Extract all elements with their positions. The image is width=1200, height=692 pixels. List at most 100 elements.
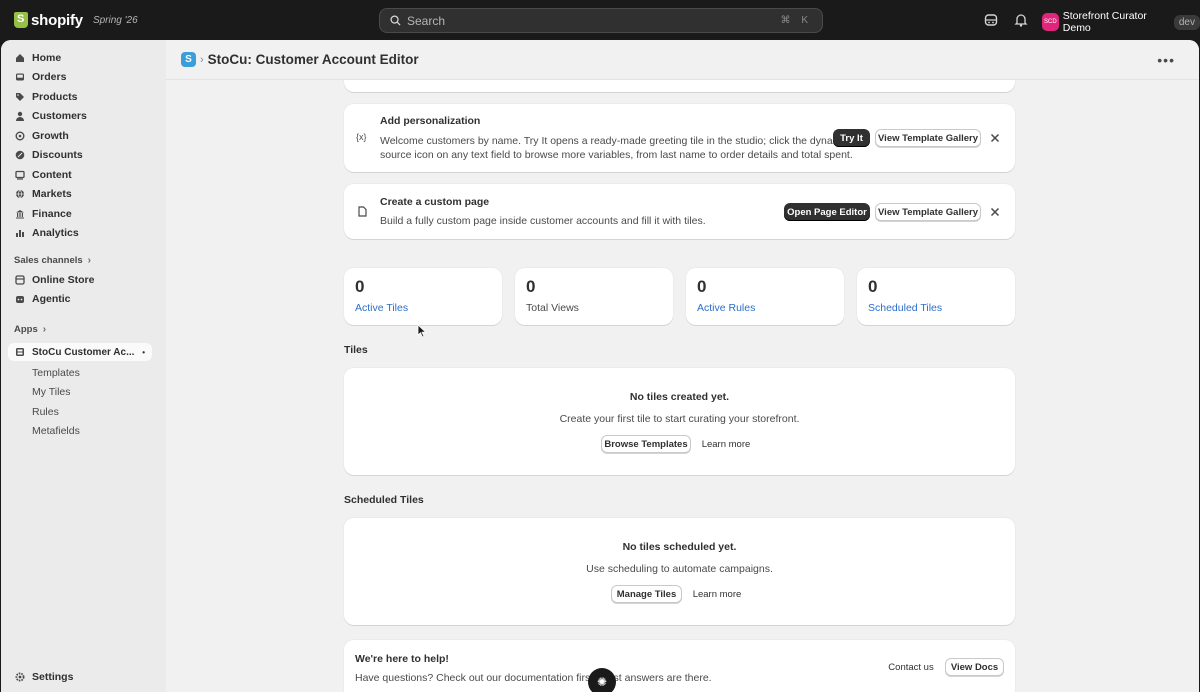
close-icon[interactable] — [989, 132, 1001, 144]
mouse-cursor-icon — [417, 324, 427, 338]
personalization-card: {x} Add personalization Welcome customer… — [344, 104, 1015, 172]
bell-icon[interactable] — [1013, 12, 1029, 28]
stat-card-active-rules[interactable]: 0 Active Rules — [686, 268, 844, 325]
sidebar-item-agentic[interactable]: Agentic — [1, 290, 166, 310]
sidebar-item-label: Orders — [32, 71, 67, 84]
sidebar-item-settings[interactable]: Settings — [1, 667, 73, 687]
stocu-logo-icon[interactable]: S — [181, 52, 196, 67]
sidebar-item-label: Content — [32, 168, 72, 181]
help-description: Have questions? Check out our documentat… — [355, 672, 712, 684]
chevron-right-icon: › — [87, 254, 91, 266]
manage-tiles-button[interactable]: Manage Tiles — [611, 585, 682, 603]
sidebar-item-analytics[interactable]: Analytics — [1, 224, 166, 244]
sidebar-item-discounts[interactable]: Discounts — [1, 146, 166, 166]
chevron-right-icon: › — [42, 323, 47, 335]
contact-us-button[interactable]: Contact us — [882, 658, 940, 676]
scheduled-tiles-heading: Scheduled Tiles — [344, 494, 424, 506]
admin-frame: Home Orders Products Customers Growth Di… — [1, 40, 1199, 692]
view-template-gallery-button[interactable]: View Template Gallery — [875, 203, 981, 221]
gear-icon — [15, 672, 25, 682]
stat-label[interactable]: Scheduled Tiles — [868, 302, 942, 314]
try-it-button[interactable]: Try It — [833, 129, 870, 147]
breadcrumb-chevron-icon: › — [200, 53, 204, 66]
sidebar-item-stocu-app[interactable]: StoCu Customer Ac... • — [8, 343, 152, 361]
sidebar-item-label: Discounts — [32, 149, 83, 162]
orders-icon — [15, 72, 25, 82]
app-icon — [15, 347, 25, 357]
empty-state-description: Use scheduling to automate campaigns. — [586, 563, 773, 575]
empty-state-title: No tiles created yet. — [629, 391, 730, 403]
sidebar-subitem-my-tiles[interactable]: My Tiles — [1, 383, 166, 403]
sidebar-item-markets[interactable]: Markets — [1, 185, 166, 205]
sidebar-subitem-label: Metafields — [32, 425, 80, 438]
card-description-line-1: Welcome customers by name. Try It opens … — [380, 135, 850, 147]
sidebar-subitem-label: Rules — [32, 405, 59, 418]
store-avatar: SCD — [1042, 13, 1059, 31]
tiles-heading: Tiles — [344, 344, 368, 356]
close-icon[interactable] — [989, 206, 1001, 218]
growth-icon — [15, 131, 25, 141]
content-icon — [15, 170, 25, 180]
sales-channels-header[interactable]: Sales channels › — [1, 250, 166, 270]
browse-templates-button[interactable]: Browse Templates — [601, 435, 691, 453]
search-placeholder: Search — [407, 13, 446, 28]
learn-more-button[interactable]: Learn more — [696, 435, 756, 453]
stat-label[interactable]: Active Rules — [697, 302, 755, 314]
open-page-editor-button[interactable]: Open Page Editor — [784, 203, 870, 221]
sidebar-item-label: Products — [32, 90, 78, 103]
empty-state-title: No tiles scheduled yet. — [622, 541, 737, 553]
search-input[interactable]: Search ⌘ K — [379, 8, 823, 33]
apps-header[interactable]: Apps › — [1, 319, 166, 339]
sidebar-subitem-label: My Tiles — [32, 386, 71, 399]
sidebar-item-finance[interactable]: Finance — [1, 204, 166, 224]
bar-chart-icon — [15, 228, 25, 238]
sidebar-item-label: Growth — [32, 129, 69, 142]
view-template-gallery-button[interactable]: View Template Gallery — [875, 129, 981, 147]
stat-card-scheduled-tiles[interactable]: 0 Scheduled Tiles — [857, 268, 1015, 325]
stat-label: Total Views — [526, 302, 579, 314]
help-card: We're here to help! Have questions? Chec… — [344, 640, 1015, 692]
sidekick-launcher-button[interactable]: ✺ — [588, 668, 616, 692]
stat-card-active-tiles[interactable]: 0 Active Tiles — [344, 268, 502, 325]
person-icon — [15, 111, 25, 122]
sidebar-item-content[interactable]: Content — [1, 165, 166, 185]
sidebar-item-growth[interactable]: Growth — [1, 126, 166, 146]
card-title: Create a custom page — [380, 196, 490, 208]
stat-value: 0 — [526, 277, 536, 296]
brand-name: shopify — [31, 11, 83, 29]
shopify-logo[interactable]: shopify Spring '26 — [14, 12, 138, 29]
tiles-empty-card: No tiles created yet. Create your first … — [344, 368, 1015, 475]
store-switcher[interactable]: SCD Storefront Curator Demo dev — [1042, 10, 1200, 34]
sidebar: Home Orders Products Customers Growth Di… — [1, 40, 166, 692]
discount-icon — [15, 150, 25, 160]
empty-state-description: Create your first tile to start curating… — [559, 413, 800, 425]
section-label: Apps — [14, 323, 38, 335]
sidebar-item-customers[interactable]: Customers — [1, 107, 166, 127]
sidekick-icon[interactable] — [983, 12, 999, 28]
agent-icon — [15, 294, 25, 304]
scheduled-empty-card: No tiles scheduled yet. Use scheduling t… — [344, 518, 1015, 625]
custom-page-card: Create a custom page Build a fully custo… — [344, 184, 1015, 239]
sidebar-subitem-metafields[interactable]: Metafields — [1, 422, 166, 442]
sidebar-subitem-templates[interactable]: Templates — [1, 363, 166, 383]
card-description-line-2: source icon on any text field to browse … — [380, 149, 853, 161]
sidebar-item-label: Analytics — [32, 227, 79, 240]
stat-label[interactable]: Active Tiles — [355, 302, 408, 314]
sidebar-item-home[interactable]: Home — [1, 48, 166, 68]
sidebar-subitem-rules[interactable]: Rules — [1, 402, 166, 422]
bank-icon — [15, 209, 25, 219]
sidebar-item-label: Customers — [32, 110, 87, 123]
learn-more-button[interactable]: Learn more — [687, 585, 747, 603]
view-docs-button[interactable]: View Docs — [945, 658, 1004, 676]
pin-icon[interactable]: • — [142, 348, 145, 357]
more-actions-button[interactable]: ••• — [1157, 52, 1175, 68]
sparkle-icon: ✺ — [596, 675, 608, 689]
variable-icon: {x} — [356, 132, 367, 142]
sidebar-item-online-store[interactable]: Online Store — [1, 270, 166, 290]
sidebar-item-label: Settings — [32, 670, 74, 683]
sidebar-item-products[interactable]: Products — [1, 87, 166, 107]
card-description: Build a fully custom page inside custome… — [380, 215, 706, 227]
edition-label: Spring '26 — [92, 14, 138, 26]
shopify-bag-icon — [14, 12, 28, 28]
sidebar-item-orders[interactable]: Orders — [1, 68, 166, 88]
